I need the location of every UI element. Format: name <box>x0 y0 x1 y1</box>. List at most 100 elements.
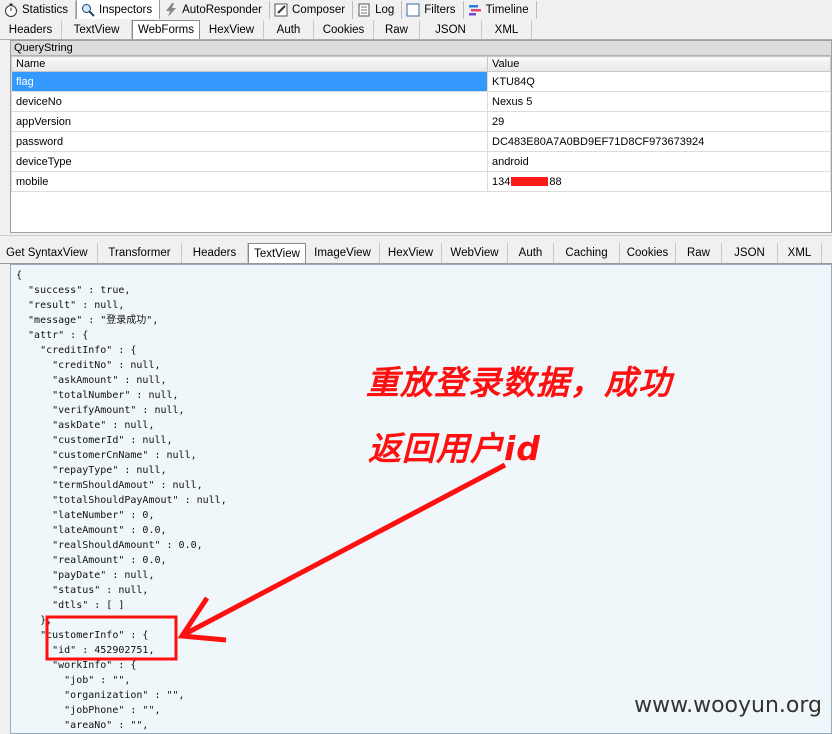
tab-request-xml[interactable]: XML <box>482 20 532 39</box>
tab-label: Transformer <box>108 247 171 259</box>
watermark: www.wooyun.org <box>634 693 822 718</box>
lightning-icon <box>164 3 178 17</box>
annotation-text-line1: 重放登录数据，成功 <box>366 363 672 402</box>
code-line: "lateNumber" : 0, <box>16 510 155 521</box>
magnifier-icon <box>81 3 95 17</box>
tab-response-headers[interactable]: Headers <box>182 243 248 263</box>
tab-response-hexview[interactable]: HexView <box>380 243 442 263</box>
tab-request-auth[interactable]: Auth <box>264 20 314 39</box>
code-line: "payDate" : null, <box>16 570 155 581</box>
tab-response-transformer[interactable]: Transformer <box>98 243 182 263</box>
tab-label: TextView <box>254 247 300 260</box>
main-tab-bar: Statistics Inspectors AutoResponder Comp… <box>0 0 832 20</box>
tab-label: Log <box>375 4 395 16</box>
tab-response-json[interactable]: JSON <box>722 243 778 263</box>
tab-response-webview[interactable]: WebView <box>442 243 508 263</box>
tab-timeline[interactable]: Timeline <box>464 1 537 19</box>
code-line: }, <box>16 615 53 626</box>
tab-log[interactable]: Log <box>353 1 403 19</box>
tab-label: Auth <box>276 23 301 36</box>
querystring-title: QueryString <box>11 41 831 56</box>
tab-response-auth[interactable]: Auth <box>508 243 554 263</box>
code-line: "customerInfo" : { <box>16 630 149 641</box>
param-name: appVersion <box>11 111 488 132</box>
table-row[interactable]: appVersion 29 <box>11 111 831 132</box>
tab-request-json[interactable]: JSON <box>420 20 482 39</box>
code-line: "verifyAmount" : null, <box>16 405 185 416</box>
tab-label: AutoResponder <box>182 4 262 16</box>
param-value: 29 <box>487 111 831 132</box>
tab-label: HexView <box>208 23 255 36</box>
column-header-name[interactable]: Name <box>11 56 488 72</box>
table-row[interactable]: deviceType android <box>11 151 831 172</box>
tab-label: WebForms <box>137 24 195 36</box>
panel-splitter[interactable] <box>0 235 832 242</box>
tab-inspectors[interactable]: Inspectors <box>76 0 161 19</box>
tab-label: XML <box>787 247 812 259</box>
tab-label: HexView <box>387 247 434 259</box>
param-name: mobile <box>11 171 488 192</box>
tab-label: Auth <box>518 247 543 259</box>
tab-response-imageview[interactable]: ImageView <box>306 243 380 263</box>
code-line: "attr" : { <box>16 330 89 341</box>
tab-request-headers[interactable]: Headers <box>0 20 62 39</box>
table-header: Name Value <box>11 56 831 72</box>
tab-request-webforms[interactable]: WebForms <box>132 20 200 39</box>
param-value: Nexus 5 <box>487 91 831 112</box>
table-row[interactable]: mobile 134 88 <box>11 171 831 192</box>
tab-filters[interactable]: Filters <box>402 1 464 19</box>
value-suffix: 88 <box>549 175 562 188</box>
param-value: DC483E80A7A0BD9EF71D8CF973673924 <box>487 131 831 152</box>
tab-label: Timeline <box>485 4 529 16</box>
tab-request-textview[interactable]: TextView <box>62 20 132 39</box>
timeline-icon <box>468 3 482 17</box>
param-value: android <box>487 151 831 172</box>
tab-request-raw[interactable]: Raw <box>374 20 420 39</box>
code-line: "realAmount" : 0.0, <box>16 555 167 566</box>
tab-autoresponder[interactable]: AutoResponder <box>160 1 270 19</box>
querystring-table: Name Value flag KTU84Q deviceNo Nexus 5 … <box>11 56 831 192</box>
table-row[interactable]: flag KTU84Q <box>11 71 831 92</box>
tab-statistics[interactable]: Statistics <box>0 1 77 19</box>
log-icon <box>357 3 371 17</box>
code-line: "dtls" : [ ] <box>16 600 125 611</box>
param-name: password <box>11 131 488 152</box>
response-textview[interactable]: { "success" : true, "result" : null, "me… <box>10 264 832 734</box>
tab-label: Headers <box>192 247 237 259</box>
table-row[interactable]: password DC483E80A7A0BD9EF71D8CF97367392… <box>11 131 831 152</box>
tab-label: Raw <box>384 23 408 36</box>
code-line: "id" : 452902751, <box>16 645 155 656</box>
tab-response-get-syntaxview[interactable]: Get SyntaxView <box>0 243 98 263</box>
tab-label: Get SyntaxView <box>6 247 88 259</box>
tab-request-cookies[interactable]: Cookies <box>314 20 374 39</box>
tab-response-xml[interactable]: XML <box>778 243 822 263</box>
response-inspector-tabs: Get SyntaxView Transformer Headers TextV… <box>0 242 832 264</box>
tab-response-cookies[interactable]: Cookies <box>620 243 676 263</box>
tab-label: Raw <box>686 247 710 259</box>
request-inspector-tabs: Headers TextView WebForms HexView Auth C… <box>0 19 832 40</box>
tab-response-raw[interactable]: Raw <box>676 243 722 263</box>
param-value: 134 88 <box>487 171 831 192</box>
code-line: "areaNo" : "", <box>16 720 149 731</box>
tab-label: Caching <box>565 247 608 259</box>
code-line: "status" : null, <box>16 585 149 596</box>
code-line: "message" : "登录成功", <box>16 315 159 326</box>
table-row[interactable]: deviceNo Nexus 5 <box>11 91 831 112</box>
tab-label: Composer <box>292 4 346 16</box>
stopwatch-icon <box>4 3 18 17</box>
tab-request-hexview[interactable]: HexView <box>200 20 264 39</box>
code-line: "lateAmount" : 0.0, <box>16 525 167 536</box>
param-name: deviceNo <box>11 91 488 112</box>
annotation-text-line2: 返回用户id <box>368 429 541 468</box>
column-header-value[interactable]: Value <box>487 56 831 72</box>
param-value: KTU84Q <box>487 71 831 92</box>
tab-label: ImageView <box>314 247 371 259</box>
code-line: "totalShouldPayAmout" : null, <box>16 495 227 506</box>
tab-composer[interactable]: Composer <box>270 1 354 19</box>
tab-response-caching[interactable]: Caching <box>554 243 620 263</box>
tab-label: XML <box>494 23 519 36</box>
tab-label: JSON <box>734 247 765 259</box>
tab-response-textview[interactable]: TextView <box>248 243 306 263</box>
code-line: { <box>16 270 23 281</box>
tab-label: Cookies <box>322 23 365 36</box>
